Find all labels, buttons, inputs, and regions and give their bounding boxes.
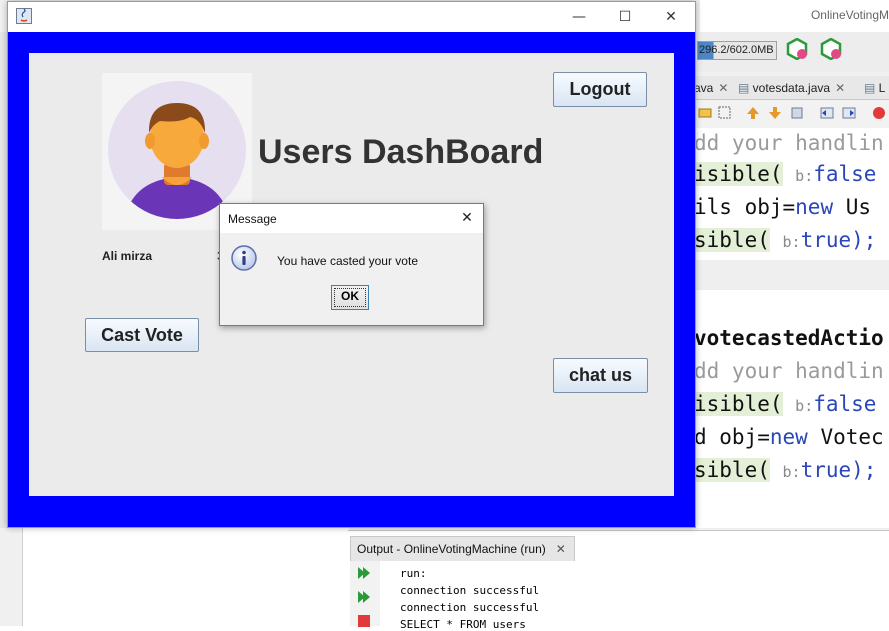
editor-toolbar xyxy=(694,100,889,129)
output-line: SELECT * FROM users xyxy=(400,618,526,631)
code-line: sible( b:true); xyxy=(694,228,877,252)
navigator-panel xyxy=(22,528,349,626)
code-line: dd your handlin xyxy=(694,131,884,155)
arrow-up-icon[interactable] xyxy=(746,106,760,120)
window-titlebar[interactable]: — ☐ ✕ xyxy=(8,2,695,32)
java-file-icon: ▤ xyxy=(738,81,753,95)
profiler-icon[interactable] xyxy=(820,38,842,60)
maximize-button[interactable]: ☐ xyxy=(610,6,640,28)
dialog-titlebar[interactable]: Message ✕ xyxy=(220,204,483,233)
rerun-icon[interactable] xyxy=(357,566,371,580)
editor-tabs: ava ✕ ▤ votesdata.java ✕ ▤ L xyxy=(694,76,889,100)
shift-left-icon[interactable] xyxy=(820,106,834,120)
output-line: connection successful xyxy=(400,601,540,614)
logout-button[interactable]: Logout xyxy=(553,72,647,107)
ok-button[interactable]: OK xyxy=(331,285,369,310)
message-dialog: Message ✕ You have casted your vote OK xyxy=(219,203,484,326)
close-icon[interactable]: ✕ xyxy=(556,542,566,556)
memory-indicator[interactable]: 296.2/602.0MB xyxy=(697,41,777,60)
user-name: Ali mirza xyxy=(102,249,153,263)
chat-us-button[interactable]: chat us xyxy=(553,358,648,393)
java-file-icon: ▤ xyxy=(864,81,879,95)
java-icon xyxy=(16,8,32,24)
format-icon[interactable] xyxy=(790,106,804,120)
close-button[interactable]: ✕ xyxy=(656,6,686,28)
ide-titlebar: OnlineVotingM xyxy=(700,0,889,32)
close-icon[interactable]: ✕ xyxy=(718,81,728,95)
ide-title: OnlineVotingM xyxy=(810,8,889,22)
output-tab[interactable]: Output - OnlineVotingMachine (run) ✕ xyxy=(350,536,575,561)
code-line: ils obj=new Us xyxy=(694,195,872,219)
output-line: run: xyxy=(400,567,427,580)
dashboard-title: Users DashBoard xyxy=(258,133,544,171)
code-line: isible( b:false xyxy=(694,162,877,186)
code-separator xyxy=(694,260,889,290)
information-icon xyxy=(231,245,257,271)
code-editor[interactable]: dd your handlin isible( b:false ils obj=… xyxy=(694,128,889,528)
code-line: votecastedActio xyxy=(694,326,884,350)
arrow-down-icon[interactable] xyxy=(768,106,782,120)
cast-vote-button[interactable]: Cast Vote xyxy=(85,318,199,352)
toggle-bookmark-icon[interactable] xyxy=(698,106,712,120)
editor-tab[interactable]: ▤ L xyxy=(864,78,885,98)
record-macro-icon[interactable] xyxy=(872,106,886,120)
minimize-button[interactable]: — xyxy=(564,6,594,28)
dialog-message: You have casted your vote xyxy=(277,254,418,268)
editor-tab-votesdata[interactable]: ▤ votesdata.java ✕ xyxy=(738,78,845,98)
gc-icon[interactable] xyxy=(786,38,808,60)
rerun-with-options-icon[interactable] xyxy=(357,590,371,604)
select-icon[interactable] xyxy=(718,106,732,120)
close-icon[interactable]: ✕ xyxy=(835,81,845,95)
code-line: d obj=new Votec xyxy=(694,425,884,449)
ide-toolbar: 296.2/602.0MB xyxy=(694,32,889,72)
code-line: sible( b:true); xyxy=(694,458,877,482)
code-line: isible( b:false xyxy=(694,392,877,416)
editor-tab[interactable]: ava ✕ xyxy=(694,78,728,98)
output-line: connection successful xyxy=(400,584,540,597)
shift-right-icon[interactable] xyxy=(842,106,856,120)
code-line: dd your handlin xyxy=(694,359,884,383)
dialog-title: Message xyxy=(228,212,277,226)
dialog-close-button[interactable]: ✕ xyxy=(457,208,477,228)
